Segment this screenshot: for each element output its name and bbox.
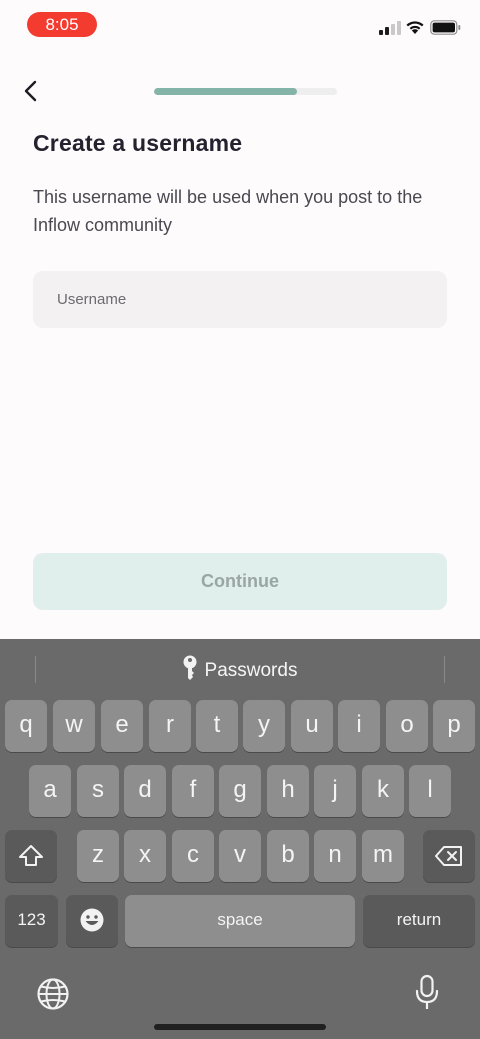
key-y[interactable]: y <box>243 700 285 752</box>
key-x[interactable]: x <box>124 830 166 882</box>
status-bar: 8:05 <box>0 0 480 50</box>
page-title: Create a username <box>33 130 243 156</box>
key-i[interactable]: i <box>338 700 380 752</box>
key-m[interactable]: m <box>362 830 404 882</box>
continue-button[interactable]: Continue <box>33 553 447 610</box>
key-p[interactable]: p <box>433 700 475 752</box>
wifi-icon <box>406 21 424 34</box>
key-t[interactable]: t <box>196 700 238 752</box>
key-j[interactable]: j <box>314 765 356 817</box>
username-input[interactable] <box>33 271 447 328</box>
progress-bar <box>154 88 337 95</box>
return-key[interactable]: return <box>363 895 475 947</box>
numbers-key[interactable]: 123 <box>5 895 58 947</box>
key-r[interactable]: r <box>149 700 191 752</box>
shift-icon <box>19 845 43 866</box>
key-a[interactable]: a <box>29 765 71 817</box>
home-indicator <box>154 1024 326 1030</box>
emoji-key[interactable] <box>66 895 118 947</box>
passwords-suggestion[interactable]: Passwords <box>0 655 480 683</box>
key-q[interactable]: q <box>5 700 47 752</box>
key-v[interactable]: v <box>219 830 261 882</box>
keyboard: Passwords q w e r t y u i o p a s d f g … <box>0 639 480 1039</box>
key-d[interactable]: d <box>124 765 166 817</box>
shift-key[interactable] <box>5 830 57 882</box>
passwords-label: Passwords <box>204 660 298 681</box>
key-f[interactable]: f <box>172 765 214 817</box>
delete-key[interactable] <box>423 830 475 882</box>
key-b[interactable]: b <box>267 830 309 882</box>
status-time[interactable]: 8:05 <box>27 12 97 37</box>
back-button[interactable] <box>18 78 44 104</box>
key-s[interactable]: s <box>77 765 119 817</box>
battery-icon <box>430 20 461 35</box>
key-l[interactable]: l <box>409 765 451 817</box>
key-k[interactable]: k <box>362 765 404 817</box>
key-h[interactable]: h <box>267 765 309 817</box>
cellular-signal-icon <box>379 20 401 35</box>
delete-icon <box>435 846 462 866</box>
progress-fill <box>154 88 297 95</box>
microphone-icon[interactable] <box>414 974 440 1012</box>
page-subtitle: This username will be used when you post… <box>33 187 423 235</box>
globe-icon[interactable] <box>36 977 70 1011</box>
emoji-icon <box>80 908 104 932</box>
key-icon <box>183 655 197 680</box>
key-z[interactable]: z <box>77 830 119 882</box>
key-e[interactable]: e <box>101 700 143 752</box>
key-u[interactable]: u <box>291 700 333 752</box>
space-key[interactable]: space <box>125 895 355 947</box>
key-n[interactable]: n <box>314 830 356 882</box>
key-c[interactable]: c <box>172 830 214 882</box>
key-o[interactable]: o <box>386 700 428 752</box>
key-g[interactable]: g <box>219 765 261 817</box>
key-w[interactable]: w <box>53 700 95 752</box>
